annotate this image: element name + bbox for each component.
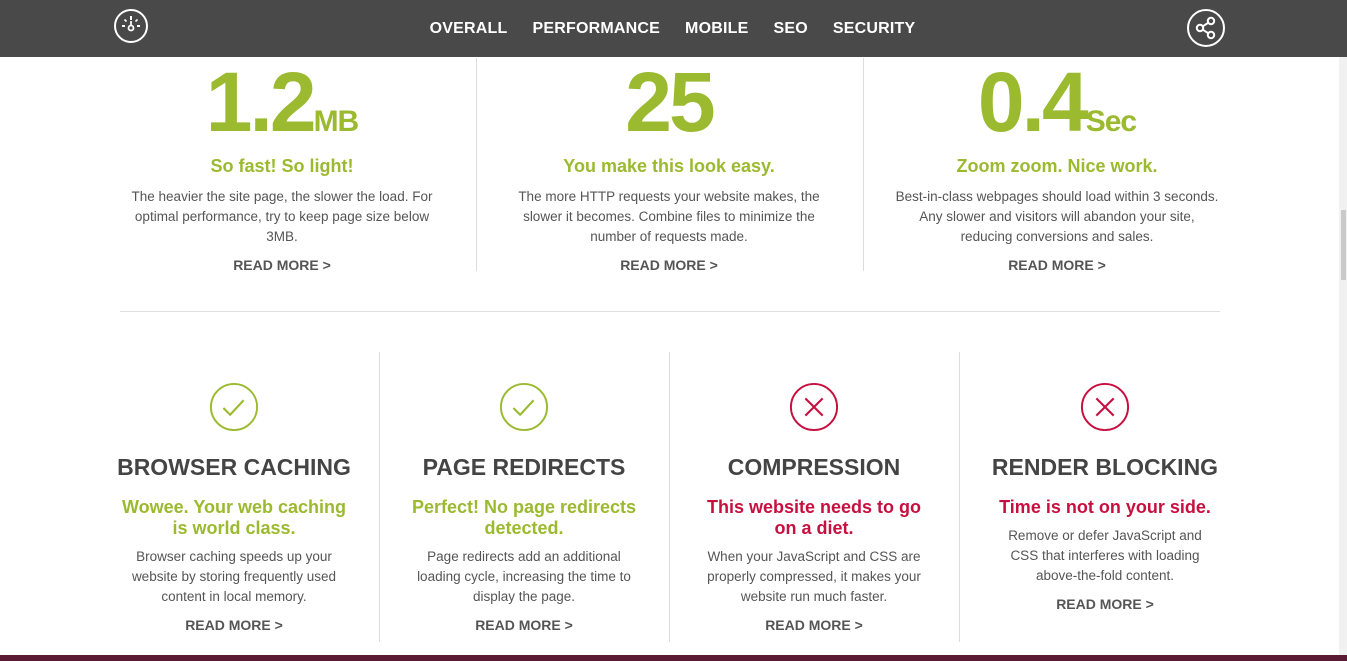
check-title: RENDER BLOCKING [991, 454, 1219, 480]
metric-description: Best-in-class webpages should load withi… [895, 189, 1219, 244]
column-divider [863, 58, 864, 271]
check-circle-icon [209, 382, 259, 432]
metric-unit: MB [313, 105, 360, 138]
nav-tab-security[interactable]: SECURITY [833, 20, 916, 38]
check-description: When your JavaScript and CSS are properl… [707, 549, 921, 604]
metric-load-time: 0.4Sec Zoom zoom. Nice work. Best-in-cla… [890, 58, 1224, 275]
main-nav: OVERALL PERFORMANCE MOBILE SEO SECURITY [0, 0, 1347, 57]
check-headline: Time is not on your side. [999, 497, 1211, 517]
check-title: BROWSER CACHING [117, 454, 351, 480]
column-divider [379, 352, 380, 642]
section-divider [120, 311, 1220, 312]
column-divider [476, 58, 477, 271]
share-icon[interactable] [1187, 9, 1225, 47]
read-more-link[interactable]: READ MORE > [1056, 596, 1154, 612]
metric-unit: Sec [1085, 105, 1137, 138]
read-more-link[interactable]: READ MORE > [233, 257, 331, 273]
read-more-link[interactable]: READ MORE > [475, 617, 573, 633]
check-circle-icon [499, 382, 549, 432]
read-more-link[interactable]: READ MORE > [185, 617, 283, 633]
nav-tab-performance[interactable]: PERFORMANCE [533, 20, 661, 38]
metric-number: 0.4 [977, 55, 1089, 149]
metric-value: 25 [507, 60, 831, 144]
metric-value: 1.2MB [120, 60, 444, 144]
read-more-link[interactable]: READ MORE > [765, 617, 863, 633]
scrollbar-thumb[interactable] [1341, 210, 1346, 280]
column-divider [669, 352, 670, 642]
metric-requests: 25 You make this look easy. The more HTT… [507, 58, 831, 275]
check-compression: COMPRESSION This website needs to go on … [694, 382, 934, 635]
check-page-redirects: PAGE REDIRECTS Perfect! No page redirect… [404, 382, 644, 635]
check-headline: Perfect! No page redirects detected. [411, 497, 637, 538]
top-navigation-bar: OVERALL PERFORMANCE MOBILE SEO SECURITY [0, 0, 1347, 57]
check-title: COMPRESSION [727, 454, 901, 480]
nav-tab-overall[interactable]: OVERALL [430, 20, 508, 38]
metric-headline: You make this look easy. [563, 156, 775, 176]
metric-page-size: 1.2MB So fast! So light! The heavier the… [120, 58, 444, 275]
read-more-link[interactable]: READ MORE > [1008, 257, 1106, 273]
x-circle-icon [1080, 382, 1130, 432]
metric-headline: Zoom zoom. Nice work. [956, 156, 1158, 176]
metric-number: 25 [625, 55, 715, 149]
nav-tab-seo[interactable]: SEO [773, 20, 807, 38]
check-description: Page redirects add an additional loading… [417, 549, 631, 604]
check-headline: Wowee. Your web caching is world class. [121, 497, 347, 538]
check-headline: This website needs to go on a diet. [706, 497, 922, 538]
check-description: Remove or defer JavaScript and CSS that … [1008, 528, 1202, 583]
x-circle-icon [789, 382, 839, 432]
check-render-blocking: RENDER BLOCKING Time is not on your side… [980, 382, 1230, 614]
metric-number: 1.2 [205, 55, 317, 149]
read-more-link[interactable]: READ MORE > [620, 257, 718, 273]
check-browser-caching: BROWSER CACHING Wowee. Your web caching … [114, 382, 354, 635]
column-divider [959, 352, 960, 642]
metric-description: The more HTTP requests your website make… [518, 189, 820, 244]
metric-description: The heavier the site page, the slower th… [131, 189, 433, 244]
check-description: Browser caching speeds up your website b… [131, 549, 337, 604]
bottom-strip [0, 655, 1347, 661]
nav-tab-mobile[interactable]: MOBILE [685, 20, 748, 38]
metric-headline: So fast! So light! [210, 156, 354, 176]
speedometer-icon[interactable] [114, 9, 148, 43]
metric-value: 0.4Sec [890, 60, 1224, 144]
check-title: PAGE REDIRECTS [422, 454, 626, 480]
scrollbar-track[interactable] [1339, 57, 1347, 655]
